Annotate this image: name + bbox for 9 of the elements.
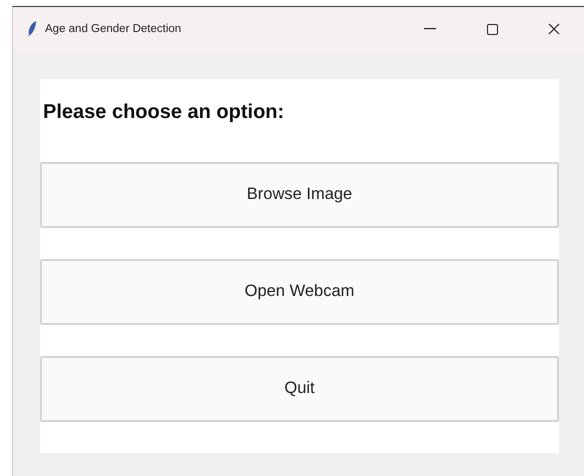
maximize-icon <box>486 24 498 34</box>
option-button[interactable]: Open Webcam <box>40 258 559 325</box>
minimize-icon <box>424 28 436 30</box>
option-button[interactable]: Quit <box>40 356 559 422</box>
window-title: Age and Gender Detection <box>45 23 182 35</box>
prompt-heading: Please choose an option: <box>43 101 286 125</box>
option-button[interactable]: Browse Image <box>40 162 559 228</box>
feather-icon <box>27 20 37 38</box>
close-icon <box>548 23 560 35</box>
